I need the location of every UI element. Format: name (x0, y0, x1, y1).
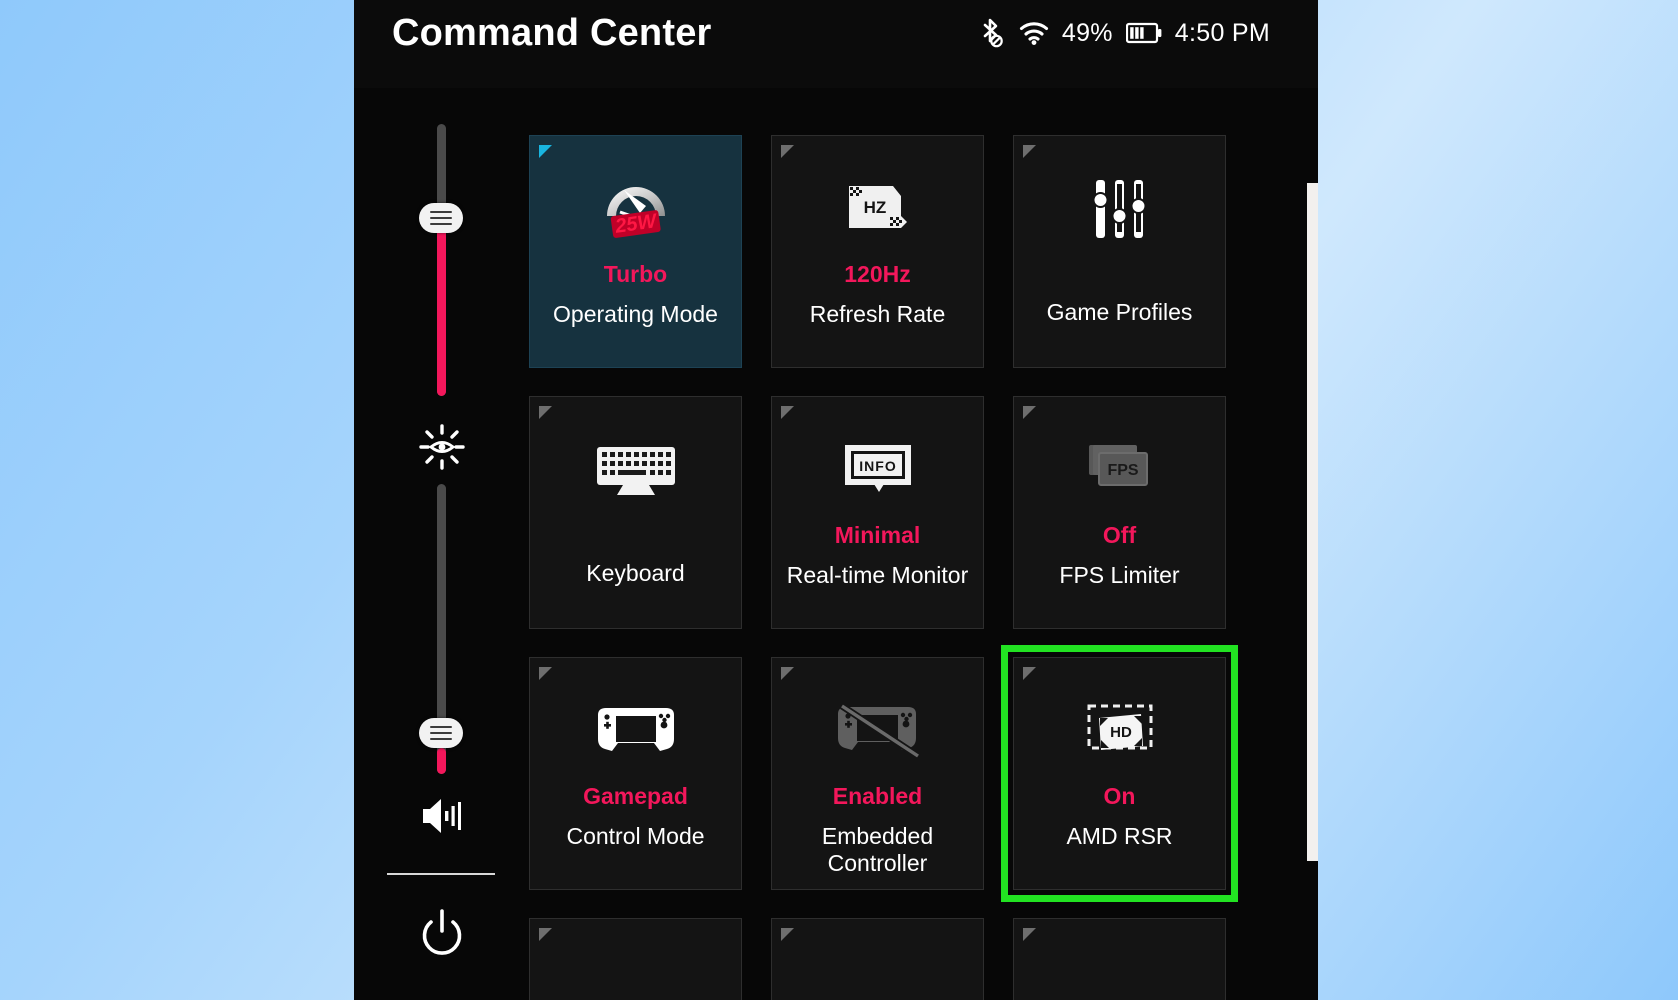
status-area: 49% 4:50 PM (979, 18, 1270, 48)
tile-label: Real-time Monitor (786, 562, 969, 589)
svg-text:HD: HD (1110, 724, 1132, 741)
tile-corner-marker-icon (781, 667, 794, 680)
tile-refresh-rate[interactable]: HZ 120Hz Refresh Rate (771, 135, 984, 368)
tile-value: Minimal (834, 522, 921, 548)
fps-stack-icon: FPS (1014, 433, 1225, 507)
info-panel-icon: INFO (772, 433, 983, 507)
tile-row4-a[interactable] (529, 918, 742, 1000)
tile-value: On (1103, 783, 1136, 809)
tile-operating-mode[interactable]: 25W Turbo Operating Mode (529, 135, 742, 368)
tile-value: Enabled (832, 783, 923, 809)
svg-text:FPS: FPS (1107, 462, 1138, 479)
hz-monitor-icon: HZ (772, 172, 983, 246)
rail-divider (387, 873, 495, 875)
svg-text:25W: 25W (612, 210, 659, 238)
brightness-icon[interactable] (417, 422, 467, 477)
tile-label: Control Mode (566, 823, 705, 850)
tile-row4-b[interactable] (771, 918, 984, 1000)
brightness-slider-fill (437, 218, 446, 396)
tile-label: Embedded Controller (821, 823, 934, 877)
control-rail (354, 88, 529, 1000)
power-icon[interactable] (415, 908, 469, 971)
tile-grid: 25W Turbo Operating Mode HZ 120Hz Refresh … (529, 88, 1274, 1000)
vertical-scrollbar-track[interactable] (1306, 88, 1318, 1000)
tile-corner-marker-icon (1023, 145, 1036, 158)
svg-text:HZ: HZ (863, 198, 886, 217)
tile-keyboard[interactable]: Keyboard (529, 396, 742, 629)
tile-label: AMD RSR (1066, 823, 1173, 850)
empty-icon (1014, 955, 1225, 1000)
page-title: Command Center (392, 12, 712, 54)
tile-amd-rsr[interactable]: HD On AMD RSR (1013, 657, 1226, 890)
handheld-off-icon (772, 694, 983, 768)
panel-header: Command Center 49% 4:50 PM (354, 0, 1318, 88)
command-center-panel: Command Center 49% 4:50 PM 25W Turbo Ope… (354, 0, 1318, 1000)
tile-corner-marker-icon (1023, 667, 1036, 680)
sliders-icon (1014, 172, 1225, 246)
keyboard-icon (530, 433, 741, 507)
wifi-icon[interactable] (1019, 20, 1049, 46)
tile-corner-marker-icon (1023, 928, 1036, 941)
clock-time: 4:50 PM (1174, 18, 1270, 47)
volume-slider-thumb[interactable] (419, 718, 463, 748)
tile-label: Refresh Rate (809, 301, 946, 328)
gauge-25w-icon: 25W (530, 172, 741, 246)
tile-value: Gamepad (583, 783, 688, 809)
tile-realtime-monitor[interactable]: INFO Minimal Real-time Monitor (771, 396, 984, 629)
tile-corner-marker-icon (539, 145, 552, 158)
empty-icon (772, 955, 983, 1000)
tile-corner-marker-icon (781, 406, 794, 419)
tile-label: Keyboard (586, 560, 685, 586)
hd-upscale-icon: HD (1014, 694, 1225, 768)
tile-corner-marker-icon (1023, 406, 1036, 419)
tile-label: FPS Limiter (1059, 562, 1180, 589)
tile-control-mode[interactable]: Gamepad Control Mode (529, 657, 742, 890)
empty-icon (530, 955, 741, 1000)
svg-text:INFO: INFO (859, 458, 896, 474)
brightness-slider-thumb[interactable] (419, 203, 463, 233)
tile-label: Operating Mode (553, 301, 718, 328)
tile-corner-marker-icon (539, 928, 552, 941)
tile-row4-c[interactable] (1013, 918, 1226, 1000)
battery-icon (1125, 22, 1162, 44)
bluetooth-disabled-icon[interactable] (979, 18, 1006, 48)
tile-label: Game Profiles (1046, 299, 1193, 325)
tile-value: 120Hz (844, 261, 911, 287)
volume-slider-fill (437, 748, 446, 774)
tile-corner-marker-icon (781, 928, 794, 941)
tile-corner-marker-icon (539, 406, 552, 419)
tile-corner-marker-icon (781, 145, 794, 158)
tile-game-profiles[interactable]: Game Profiles (1013, 135, 1226, 368)
tile-value: Off (1102, 522, 1137, 548)
battery-percent: 49% (1061, 18, 1113, 47)
volume-icon[interactable] (417, 793, 467, 844)
tile-embedded-controller[interactable]: Enabled Embedded Controller (771, 657, 984, 890)
tile-fps-limiter[interactable]: FPS Off FPS Limiter (1013, 396, 1226, 629)
tile-corner-marker-icon (539, 667, 552, 680)
handheld-icon (530, 694, 741, 768)
vertical-scrollbar-thumb[interactable] (1307, 183, 1318, 861)
tile-value: Turbo (603, 261, 668, 287)
